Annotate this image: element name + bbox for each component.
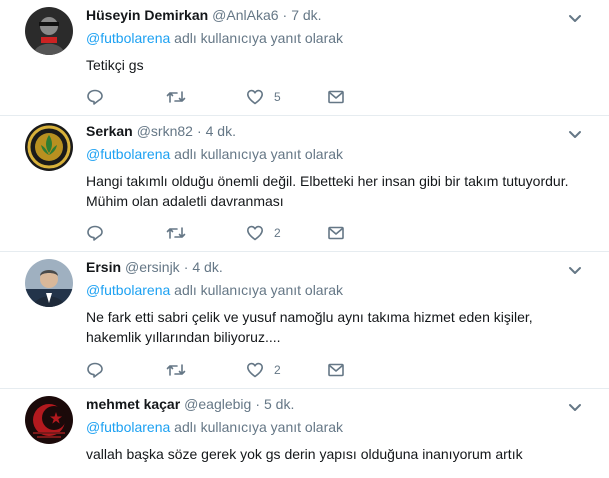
- reply-context-label: adlı kullanıcıya yanıt olarak: [170, 282, 344, 298]
- display-name[interactable]: Ersin: [86, 259, 121, 275]
- retweet-icon: [166, 361, 186, 379]
- chevron-down-icon[interactable]: [567, 10, 583, 26]
- avatar[interactable]: [25, 7, 73, 55]
- direct-message-icon: [327, 224, 345, 242]
- tweet-header: mehmet kaçar @eaglebig · 5 dk.: [86, 396, 294, 416]
- retweet-icon: [166, 88, 186, 106]
- like-button[interactable]: 5: [246, 87, 281, 107]
- avatar[interactable]: [25, 259, 73, 307]
- separator: ·: [282, 7, 288, 23]
- tweet-header: Ersin @ersinjk · 4 dk.: [86, 259, 223, 279]
- tweet[interactable]: Hüseyin Demirkan @AnlAka6 · 7 dk. @futbo…: [0, 0, 609, 116]
- tweet[interactable]: mehmet kaçar @eaglebig · 5 dk. @futbolar…: [0, 389, 609, 478]
- tweet-text: Hangi takımlı olduğu önemli değil. Elbet…: [86, 173, 569, 209]
- display-name[interactable]: Serkan: [86, 123, 133, 139]
- like-count: 2: [274, 363, 281, 377]
- username[interactable]: @ersinjk: [125, 259, 180, 275]
- tweet-text: vallah başka söze gerek yok gs derin yap…: [86, 446, 523, 462]
- direct-message-button[interactable]: [327, 223, 345, 243]
- retweet-button[interactable]: [166, 360, 196, 380]
- avatar[interactable]: [25, 396, 73, 444]
- chevron-down-icon[interactable]: [567, 399, 583, 415]
- tweet-text: Ne fark etti sabri çelik ve yusuf namoğl…: [86, 309, 533, 345]
- mention-link[interactable]: @futbolarena: [86, 30, 170, 46]
- timestamp[interactable]: 4 dk.: [192, 259, 222, 275]
- reply-context-label: adlı kullanıcıya yanıt olarak: [170, 419, 344, 435]
- reply-context-label: adlı kullanıcıya yanıt olarak: [170, 30, 344, 46]
- direct-message-button[interactable]: [327, 360, 345, 380]
- reply-icon: [86, 88, 104, 106]
- direct-message-icon: [327, 88, 345, 106]
- reply-context: @futbolarena adlı kullanıcıya yanıt olar…: [86, 146, 343, 162]
- tweet[interactable]: Ersin @ersinjk · 4 dk. @futbolarena adlı…: [0, 252, 609, 389]
- retweet-icon: [166, 224, 186, 242]
- reply-button[interactable]: [86, 360, 114, 380]
- username[interactable]: @AnlAka6: [212, 7, 278, 23]
- retweet-button[interactable]: [166, 87, 196, 107]
- reply-context: @futbolarena adlı kullanıcıya yanıt olar…: [86, 419, 343, 435]
- mention-link[interactable]: @futbolarena: [86, 146, 170, 162]
- username[interactable]: @srkn82: [137, 123, 193, 139]
- reply-context: @futbolarena adlı kullanıcıya yanıt olar…: [86, 282, 343, 298]
- tweet[interactable]: Serkan @srkn82 · 4 dk. @futbolarena adlı…: [0, 116, 609, 252]
- separator: ·: [196, 123, 202, 139]
- heart-icon: [246, 224, 264, 242]
- chevron-down-icon[interactable]: [567, 262, 583, 278]
- direct-message-button[interactable]: [327, 87, 345, 107]
- direct-message-icon: [327, 361, 345, 379]
- separator: ·: [183, 259, 189, 275]
- tweet-actions: 5: [86, 87, 366, 107]
- reply-context-label: adlı kullanıcıya yanıt olarak: [170, 146, 344, 162]
- reply-icon: [86, 361, 104, 379]
- tweet-header: Serkan @srkn82 · 4 dk.: [86, 123, 236, 143]
- like-count: 2: [274, 226, 281, 240]
- heart-icon: [246, 88, 264, 106]
- heart-icon: [246, 361, 264, 379]
- chevron-down-icon[interactable]: [567, 126, 583, 142]
- reply-icon: [86, 224, 104, 242]
- mention-link[interactable]: @futbolarena: [86, 282, 170, 298]
- reply-button[interactable]: [86, 87, 114, 107]
- like-button[interactable]: 2: [246, 360, 281, 380]
- timestamp[interactable]: 5 dk.: [264, 396, 294, 412]
- separator: ·: [255, 396, 260, 412]
- avatar[interactable]: [25, 123, 73, 171]
- reply-button[interactable]: [86, 223, 114, 243]
- timestamp[interactable]: 7 dk.: [291, 7, 321, 23]
- tweet-text: Tetikçi gs: [86, 57, 144, 73]
- tweet-actions: 2: [86, 360, 366, 380]
- reply-context: @futbolarena adlı kullanıcıya yanıt olar…: [86, 30, 343, 46]
- retweet-button[interactable]: [166, 223, 196, 243]
- display-name[interactable]: mehmet kaçar: [86, 396, 180, 412]
- like-count: 5: [274, 90, 281, 104]
- tweet-actions: 2: [86, 223, 366, 243]
- tweet-header: Hüseyin Demirkan @AnlAka6 · 7 dk.: [86, 7, 322, 27]
- like-button[interactable]: 2: [246, 223, 281, 243]
- mention-link[interactable]: @futbolarena: [86, 419, 170, 435]
- timestamp[interactable]: 4 dk.: [206, 123, 236, 139]
- display-name[interactable]: Hüseyin Demirkan: [86, 7, 208, 23]
- username[interactable]: @eaglebig: [184, 396, 251, 412]
